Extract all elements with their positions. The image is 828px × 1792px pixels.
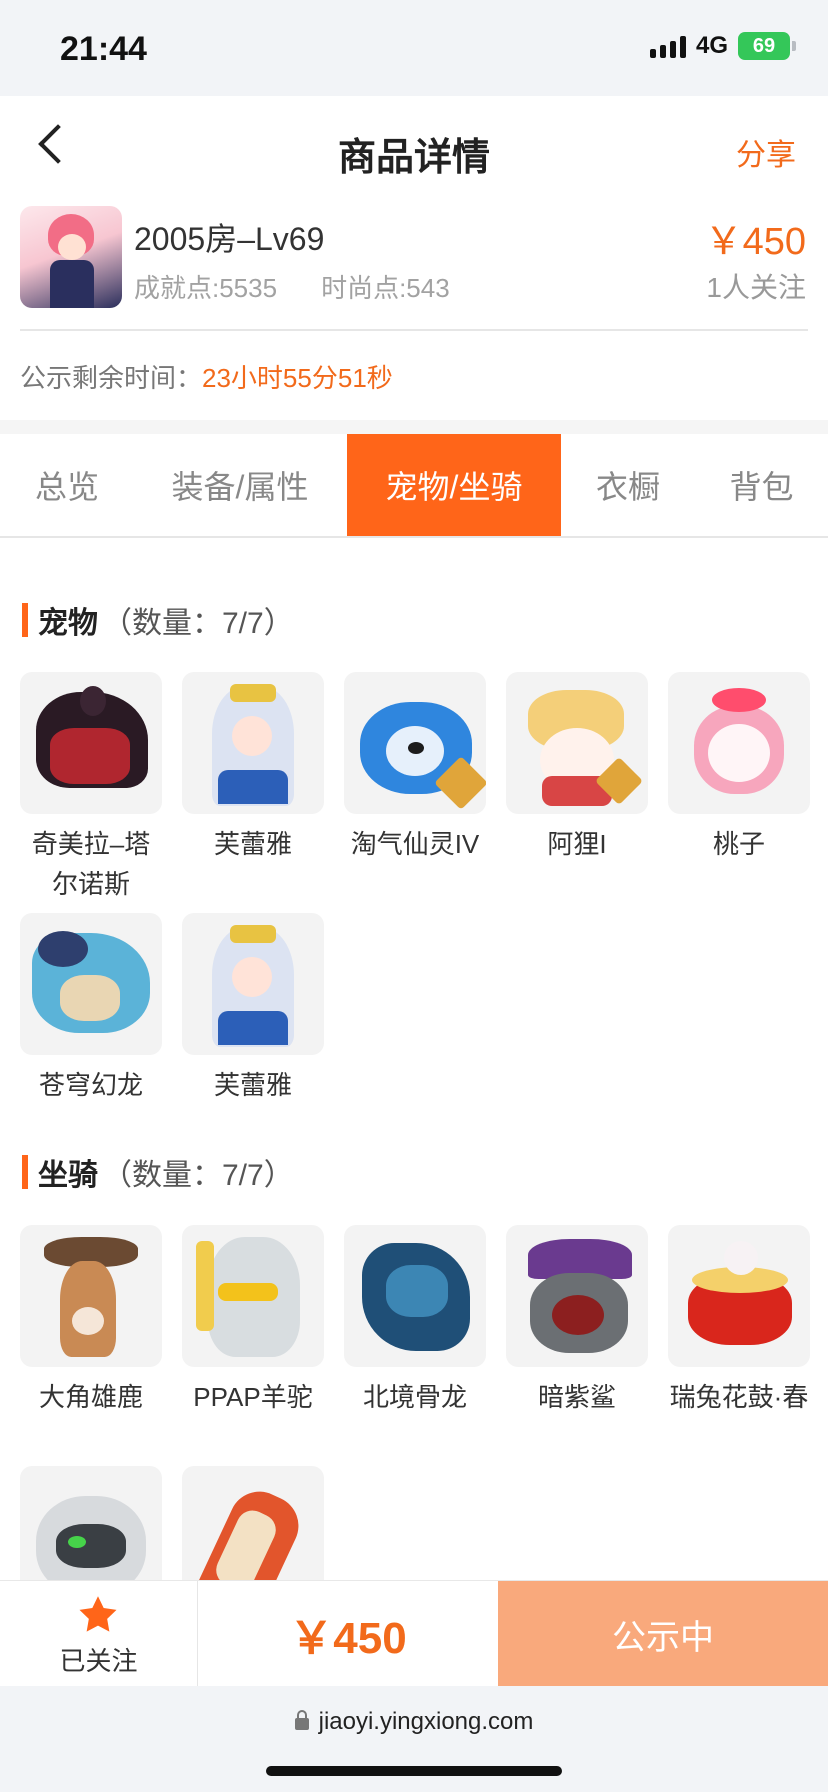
mount-item[interactable]: 北境骨龙 [344,1225,486,1417]
tab-pets-mounts[interactable]: 宠物/坐骑 [347,434,561,536]
signal-icon [649,34,686,58]
pet-item[interactable]: 苍穹幻龙 [20,913,162,1105]
pet-name: 桃子 [712,829,765,859]
product-stats: 成就点:5535 时尚点:543 [134,268,450,305]
pet-image [506,672,648,814]
lock-icon [294,1710,309,1730]
divider [20,329,808,331]
mount-name: 大角雄鹿 [38,1382,143,1412]
mounts-title: 坐骑 [38,1159,98,1192]
fashion-points: 时尚点:543 [321,273,450,303]
battery-icon: 69 [738,32,796,60]
tab-wardrobe[interactable]: 衣橱 [561,434,695,536]
pets-count: （数量：7/7） [102,607,294,640]
page-title: 商品详情 [337,137,490,179]
pet-name: 苍穹幻龙 [38,1070,143,1100]
mount-name: PPAP羊驼 [193,1382,313,1412]
section-accent-bar [22,603,28,637]
pet-name: 淘气仙灵IV [350,829,480,859]
pet-item[interactable]: 奇美拉–塔尔诺斯 [20,672,162,904]
countdown-label: 公示剩余时间： [20,363,203,393]
star-icon [79,1596,117,1632]
pet-item[interactable]: 芙蕾雅 [182,672,324,864]
product-info: 2005房–Lv69 成就点:5535 时尚点:543 ￥450 1人关注 [0,200,828,330]
achievement-points: 成就点:5535 [134,273,278,303]
status-indicators: 4G 69 [649,32,796,60]
pet-name: 芙蕾雅 [213,1070,292,1100]
mount-image [182,1225,324,1367]
share-button[interactable]: 分享 [736,130,796,174]
pets-title: 宠物 [38,607,98,640]
mount-image [20,1225,162,1367]
tab-backpack[interactable]: 背包 [695,434,828,536]
home-indicator[interactable] [266,1766,562,1776]
pet-image [20,913,162,1055]
pet-image [668,672,810,814]
tab-bar: 总览 装备/属性 宠物/坐骑 衣橱 背包 [0,434,828,538]
countdown: 公示剩余时间：23小时55分51秒 [20,358,393,395]
pet-name: 芙蕾雅 [213,829,292,859]
follower-count: 1人关注 [706,272,806,303]
publicity-status-button[interactable]: 公示中 [498,1581,828,1687]
url-display[interactable]: jiaoyi.yingxiong.com [0,1708,828,1736]
tab-equipment[interactable]: 装备/属性 [134,434,346,536]
section-accent-bar [22,1155,28,1189]
pet-name: 阿狸I [547,829,607,859]
mount-image [506,1225,648,1367]
mounts-count: （数量：7/7） [102,1159,294,1192]
mount-item[interactable]: PPAP羊驼 [182,1225,324,1417]
mount-name: 暗紫鲨 [537,1382,616,1412]
mount-item[interactable]: 大角雄鹿 [20,1225,162,1417]
pet-item[interactable]: 淘气仙灵IV [344,672,486,864]
pet-item[interactable]: 芙蕾雅 [182,913,324,1105]
bottom-action-bar: 已关注 ￥450 公示中 [0,1580,828,1687]
status-time: 21:44 [60,30,147,68]
pet-image [182,913,324,1055]
section-gap [0,420,828,434]
browser-url-bar: jiaoyi.yingxiong.com [0,1686,828,1792]
bottom-price: ￥450 [289,1614,407,1663]
network-label: 4G [695,32,728,59]
follow-label: 已关注 [59,1646,138,1676]
product-price: ￥450 [704,221,806,263]
pet-image [20,672,162,814]
status-bar: 21:44 4G 69 [0,0,828,96]
product-name: 2005房–Lv69 [134,221,325,257]
character-avatar [20,206,122,308]
mount-image [668,1225,810,1367]
pet-item[interactable]: 阿狸I [506,672,648,864]
mount-name: 北境骨龙 [362,1382,467,1412]
countdown-value: 23小时55分51秒 [202,363,393,393]
pet-image [344,672,486,814]
pets-section-header: 宠物 （数量：7/7） [22,598,294,642]
pet-item[interactable]: 桃子 [668,672,810,864]
mount-name: 瑞兔花鼓·春 [669,1382,809,1412]
pet-name: 奇美拉–塔尔诺斯 [31,829,151,899]
mounts-section-header: 坐骑 （数量：7/7） [22,1150,294,1194]
follow-button[interactable]: 已关注 [0,1581,198,1687]
pet-image [182,672,324,814]
tab-overview[interactable]: 总览 [0,434,134,536]
mount-image [344,1225,486,1367]
page-header: 商品详情 分享 [0,96,828,200]
mount-item[interactable]: 暗紫鲨 [506,1225,648,1417]
mount-item[interactable]: 瑞兔花鼓·春 [668,1225,810,1417]
url-text: jiaoyi.yingxiong.com [318,1708,534,1735]
